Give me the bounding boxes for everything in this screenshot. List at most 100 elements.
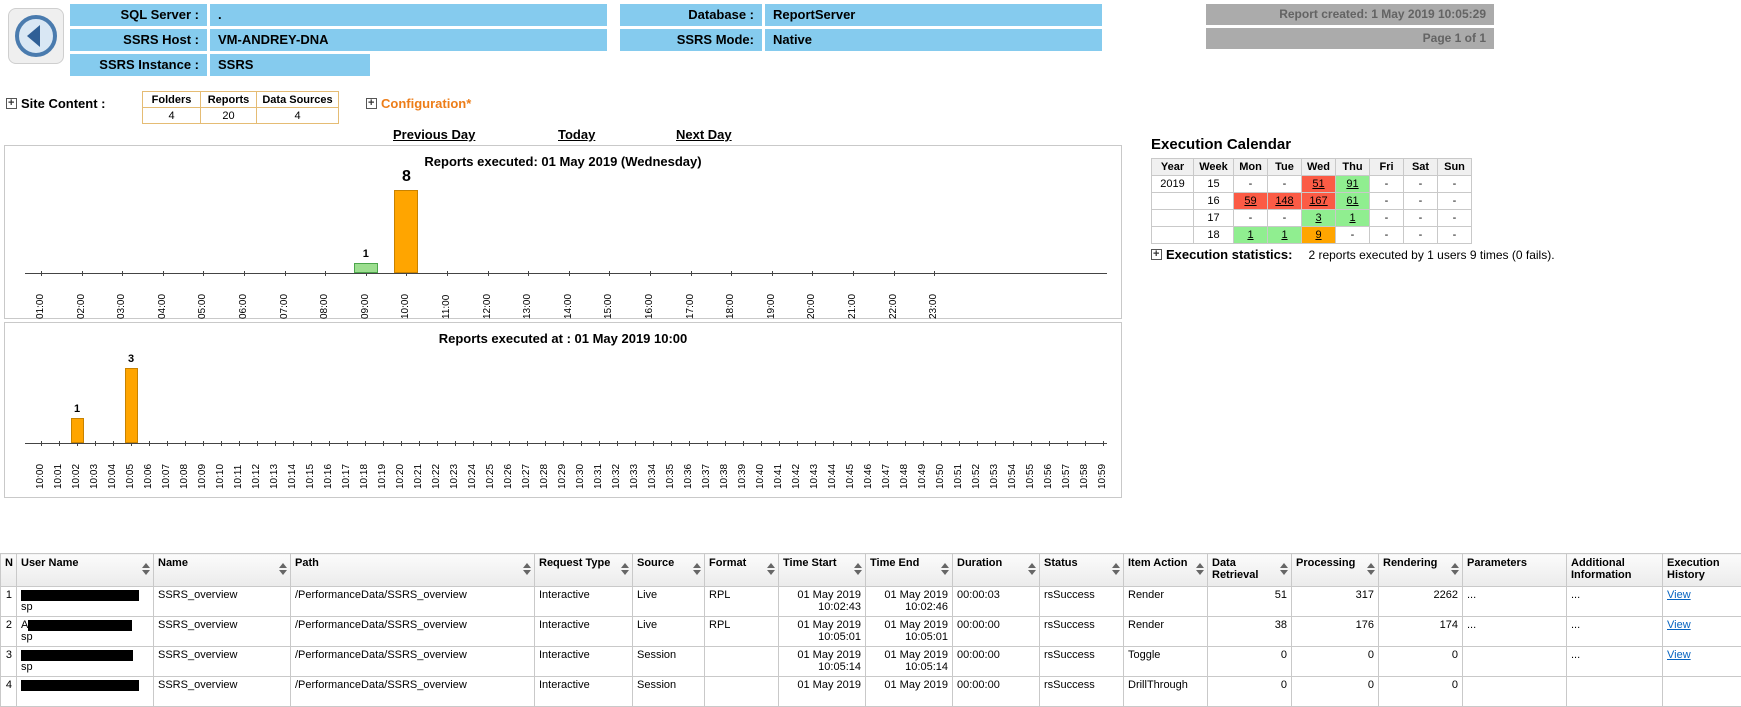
cell-additional_information: ... xyxy=(1567,587,1663,617)
col-header-data_retrieval[interactable]: Data Retrieval xyxy=(1208,554,1292,587)
configuration-expand-icon[interactable] xyxy=(366,98,377,109)
cell-n: 1 xyxy=(1,587,17,617)
cal-day-cell-w15-wed[interactable]: 51 xyxy=(1302,176,1336,193)
today-link[interactable]: Today xyxy=(558,127,595,142)
execution-calendar-table: YearWeekMonTueWedThuFriSatSun201915--519… xyxy=(1151,158,1472,244)
bar-10:05[interactable] xyxy=(125,368,138,443)
bar-value-label: 3 xyxy=(111,353,151,365)
cell-data_retrieval: 0 xyxy=(1208,677,1292,707)
cal-day-cell-w18-mon[interactable]: 1 xyxy=(1234,227,1268,244)
x-tick xyxy=(707,441,708,446)
cal-day-cell-w16-mon[interactable]: 59 xyxy=(1234,193,1268,210)
x-tick xyxy=(185,441,186,446)
view-link[interactable]: View xyxy=(1667,589,1691,601)
x-tick-label: 10:27 xyxy=(521,447,533,489)
configuration-link[interactable]: Configuration* xyxy=(381,96,471,111)
col-header-processing[interactable]: Processing xyxy=(1292,554,1379,587)
cell-processing: 317 xyxy=(1292,587,1379,617)
x-tick xyxy=(569,271,570,276)
cell-execution_history xyxy=(1663,677,1741,707)
sort-arrows-icon xyxy=(854,563,862,575)
cell-additional_information: ... xyxy=(1567,647,1663,677)
cal-day-cell-w18-wed[interactable]: 9 xyxy=(1302,227,1336,244)
cell-processing: 0 xyxy=(1292,647,1379,677)
col-header-item_action[interactable]: Item Action xyxy=(1124,554,1208,587)
x-tick-label: 05:00 xyxy=(197,277,209,319)
x-tick xyxy=(691,271,692,276)
col-header-time_start[interactable]: Time Start xyxy=(779,554,866,587)
x-tick-label: 10:34 xyxy=(647,447,659,489)
cal-day-cell-w16-sun: - xyxy=(1438,193,1472,210)
bar-09:00[interactable] xyxy=(354,263,378,273)
bar-10:02[interactable] xyxy=(71,418,84,443)
cal-year-cell: 2019 xyxy=(1152,176,1194,193)
cell-n: 2 xyxy=(1,617,17,647)
cal-week-row: 17--31--- xyxy=(1152,210,1472,227)
site-content-expand-icon[interactable] xyxy=(6,98,17,109)
col-header-n: N xyxy=(1,554,17,587)
cell-user: sp xyxy=(17,647,154,677)
table-row: 4SSRS_overview/PerformanceData/SSRS_over… xyxy=(1,677,1741,707)
x-tick-label: 10:46 xyxy=(863,447,875,489)
next-day-link[interactable]: Next Day xyxy=(676,127,732,142)
x-tick-label: 10:32 xyxy=(611,447,623,489)
cal-header-wed: Wed xyxy=(1302,159,1336,176)
x-tick-label: 10:33 xyxy=(629,447,641,489)
back-arrow-icon xyxy=(12,12,60,60)
x-tick xyxy=(671,441,672,446)
time-line: 10:05:14 xyxy=(783,661,861,673)
cell-path: /PerformanceData/SSRS_overview xyxy=(291,647,535,677)
col-header-path[interactable]: Path xyxy=(291,554,535,587)
execution-statistics-row: Execution statistics: 2 reports executed… xyxy=(1151,247,1555,262)
x-tick xyxy=(689,441,690,446)
cal-day-cell-w18-tue[interactable]: 1 xyxy=(1268,227,1302,244)
daily-executions-chart: Reports executed: 01 May 2019 (Wednesday… xyxy=(4,145,1122,319)
x-tick-label: 10:50 xyxy=(935,447,947,489)
col-header-name[interactable]: Name xyxy=(154,554,291,587)
x-tick-label: 18:00 xyxy=(725,277,737,319)
date-line: 01 May 2019 xyxy=(870,619,948,631)
x-tick-label: 02:00 xyxy=(76,277,88,319)
x-tick xyxy=(59,441,60,446)
cal-day-cell-w15-thu[interactable]: 91 xyxy=(1336,176,1370,193)
x-tick-label: 10:58 xyxy=(1079,447,1091,489)
cal-day-cell-w17-thu[interactable]: 1 xyxy=(1336,210,1370,227)
col-header-format[interactable]: Format xyxy=(705,554,779,587)
x-tick xyxy=(1103,441,1104,446)
col-header-rendering[interactable]: Rendering xyxy=(1379,554,1463,587)
col-header-user[interactable]: User Name xyxy=(17,554,154,587)
view-link[interactable]: View xyxy=(1667,649,1691,661)
x-tick-label: 10:45 xyxy=(845,447,857,489)
col-header-time_end[interactable]: Time End xyxy=(866,554,953,587)
cal-day-cell-w17-wed[interactable]: 3 xyxy=(1302,210,1336,227)
date-line: 01 May 2019 xyxy=(870,679,948,691)
cal-day-link: 167 xyxy=(1309,195,1327,207)
cal-day-link: 1 xyxy=(1349,212,1355,224)
x-tick xyxy=(894,271,895,276)
x-tick-label: 10:03 xyxy=(89,447,101,489)
cal-day-cell-w17-sun: - xyxy=(1438,210,1472,227)
x-tick xyxy=(887,441,888,446)
view-link[interactable]: View xyxy=(1667,619,1691,631)
time-line: 10:02:43 xyxy=(783,601,861,613)
time-line: 10:05:01 xyxy=(870,631,948,643)
back-button[interactable] xyxy=(8,8,64,64)
x-tick xyxy=(491,441,492,446)
cal-day-cell-w16-wed[interactable]: 167 xyxy=(1302,193,1336,210)
sort-arrows-icon xyxy=(941,563,949,575)
col-header-parameters: Parameters xyxy=(1463,554,1567,587)
execution-statistics-expand-icon[interactable] xyxy=(1151,249,1162,260)
x-axis xyxy=(25,443,1107,444)
previous-day-link[interactable]: Previous Day xyxy=(393,127,475,142)
cal-day-cell-w16-tue[interactable]: 148 xyxy=(1268,193,1302,210)
col-header-status[interactable]: Status xyxy=(1040,554,1124,587)
x-tick xyxy=(1013,441,1014,446)
x-tick xyxy=(851,441,852,446)
col-header-duration[interactable]: Duration xyxy=(953,554,1040,587)
col-header-request_type[interactable]: Request Type xyxy=(535,554,633,587)
bar-10:00[interactable] xyxy=(394,190,418,273)
col-header-source[interactable]: Source xyxy=(633,554,705,587)
cal-day-cell-w15-sun: - xyxy=(1438,176,1472,193)
cal-day-cell-w16-thu[interactable]: 61 xyxy=(1336,193,1370,210)
x-tick xyxy=(311,441,312,446)
